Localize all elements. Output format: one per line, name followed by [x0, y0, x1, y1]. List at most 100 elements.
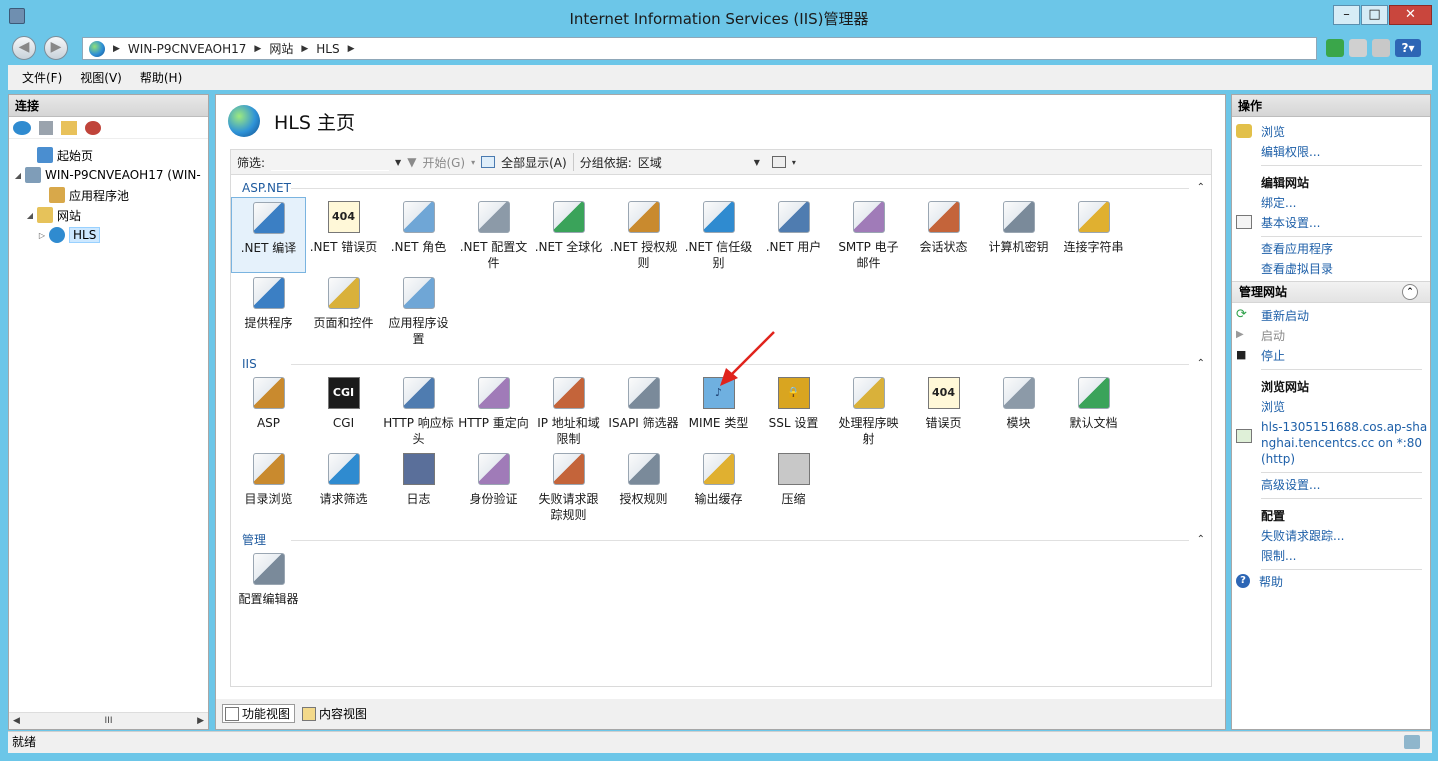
chevron-down-icon[interactable]: ▾: [792, 158, 796, 167]
action-view-applications[interactable]: 查看应用程序: [1232, 239, 1430, 259]
scroll-thumb[interactable]: III: [105, 716, 113, 726]
scroll-right-icon[interactable]: ▶: [197, 716, 204, 726]
feature-ssl-settings[interactable]: 🔒 SSL 设置: [756, 373, 831, 449]
tree-node-0[interactable]: 起始页: [9, 145, 208, 165]
tab-content-view[interactable]: 内容视图: [299, 704, 372, 723]
tree-node-1[interactable]: ◢ WIN-P9CNVEAOH17 (WIN-: [9, 165, 208, 185]
chevron-down-icon[interactable]: ▼: [395, 158, 401, 167]
feature-http-redirect[interactable]: HTTP 重定向: [456, 373, 531, 449]
back-button[interactable]: ◀: [12, 36, 36, 60]
expander-icon[interactable]: ▷: [37, 231, 47, 240]
connect-icon[interactable]: [13, 120, 31, 135]
feature-compression[interactable]: 压缩: [756, 449, 831, 525]
collapse-icon[interactable]: ⌃: [1402, 284, 1418, 300]
minimize-button[interactable]: –: [1333, 5, 1360, 25]
tab-features-view[interactable]: 功能视图: [222, 704, 296, 723]
feature-default-document[interactable]: 默认文档: [1056, 373, 1131, 449]
horizontal-scrollbar[interactable]: ◀ III ▶: [9, 712, 208, 729]
feature-smtp-email[interactable]: SMTP 电子邮件: [831, 197, 906, 273]
feature-cgi[interactable]: CGI CGI: [306, 373, 381, 449]
action-bindings[interactable]: 绑定...: [1232, 193, 1430, 213]
action-basic-settings[interactable]: 基本设置...: [1232, 213, 1430, 233]
address-bar[interactable]: ▶ WIN-P9CNVEAOH17 ▶ 网站 ▶ HLS ▶: [82, 37, 1317, 60]
feature-label: ISAPI 筛选器: [608, 416, 679, 430]
action-browse-url[interactable]: hls-1305151688.cos.ap-shanghai.tencentcs…: [1232, 417, 1430, 469]
feature-directory-browsing[interactable]: 目录浏览: [231, 449, 306, 525]
collapse-icon[interactable]: ⌃: [1197, 355, 1205, 373]
save-icon[interactable]: [39, 120, 53, 135]
feature-net-trust-level[interactable]: .NET 信任级别: [681, 197, 756, 273]
breadcrumb-server[interactable]: WIN-P9CNVEAOH17: [128, 42, 246, 56]
action-restart[interactable]: ⟳ 重新启动: [1232, 306, 1430, 326]
menu-file[interactable]: 文件(F): [22, 69, 62, 86]
feature-authentication[interactable]: 身份验证: [456, 449, 531, 525]
action-browse[interactable]: 浏览: [1232, 397, 1430, 417]
menu-help[interactable]: 帮助(H): [140, 69, 182, 86]
feature-net-profile[interactable]: .NET 配置文件: [456, 197, 531, 273]
http-response-headers-icon: [402, 377, 435, 409]
close-button[interactable]: ✕: [1389, 5, 1432, 25]
feature-failed-request-tracing[interactable]: 失败请求跟踪规则: [531, 449, 606, 525]
action-stop[interactable]: ■ 停止: [1232, 346, 1430, 366]
menu-view[interactable]: 视图(V): [80, 69, 122, 86]
show-all-button[interactable]: 全部显示(A): [501, 154, 567, 171]
feature-isapi-filters[interactable]: ISAPI 筛选器: [606, 373, 681, 449]
feature-asp[interactable]: ASP: [231, 373, 306, 449]
feature-handler-mappings[interactable]: 处理程序映射: [831, 373, 906, 449]
up-folder-icon[interactable]: [61, 120, 77, 135]
feature-configuration-editor[interactable]: 配置编辑器: [231, 549, 306, 625]
breadcrumb-site[interactable]: HLS: [316, 42, 339, 56]
group-by-select[interactable]: 区域: [638, 154, 748, 171]
feature-app-settings[interactable]: 应用程序设置: [381, 273, 456, 349]
action-view-virtual-directories[interactable]: 查看虚拟目录: [1232, 259, 1430, 279]
action-limits[interactable]: 限制...: [1232, 546, 1430, 566]
tree-node-3[interactable]: ◢ 网站: [9, 205, 208, 225]
feature-mime-types[interactable]: ♪ MIME 类型: [681, 373, 756, 449]
feature-modules[interactable]: 模块: [981, 373, 1056, 449]
action-label: 高级设置...: [1261, 478, 1321, 492]
disconnect-icon[interactable]: [85, 120, 101, 135]
feature-session-state[interactable]: 会话状态: [906, 197, 981, 273]
expander-icon[interactable]: ◢: [25, 211, 35, 220]
chevron-down-icon[interactable]: ▼: [754, 158, 760, 167]
feature-net-authorization[interactable]: .NET 授权规则: [606, 197, 681, 273]
feature-http-response-headers[interactable]: HTTP 响应标头: [381, 373, 456, 449]
collapse-icon[interactable]: ⌃: [1197, 531, 1205, 549]
tree-node-4[interactable]: ▷ HLS: [9, 225, 208, 245]
action-failed-request-tracing[interactable]: 失败请求跟踪...: [1232, 526, 1430, 546]
home-icon[interactable]: [1372, 39, 1390, 57]
feature-ip-domain-restrictions[interactable]: IP 地址和域限制: [531, 373, 606, 449]
feature-authorization-rules[interactable]: 授权规则: [606, 449, 681, 525]
action-help[interactable]: ? 帮助: [1232, 572, 1430, 592]
action-edit-permissions[interactable]: 编辑权限...: [1232, 142, 1430, 162]
expander-icon[interactable]: ◢: [13, 171, 23, 180]
feature-net-roles[interactable]: .NET 角色: [381, 197, 456, 273]
feature-net-users[interactable]: .NET 用户: [756, 197, 831, 273]
feature-output-caching[interactable]: 输出缓存: [681, 449, 756, 525]
stop-loading-icon[interactable]: [1349, 39, 1367, 57]
feature-net-error-page[interactable]: 404 .NET 错误页: [306, 197, 381, 273]
scroll-left-icon[interactable]: ◀: [13, 716, 20, 726]
feature-pages-controls[interactable]: 页面和控件: [306, 273, 381, 349]
filter-input[interactable]: [271, 153, 390, 171]
feature-net-compile[interactable]: .NET 编译: [231, 197, 306, 273]
view-mode-icon[interactable]: [771, 156, 786, 168]
feature-logging[interactable]: 日志: [381, 449, 456, 525]
address-tools: ?▾: [1326, 39, 1421, 57]
feature-machine-key[interactable]: 计算机密钥: [981, 197, 1056, 273]
breadcrumb-sites[interactable]: 网站: [269, 40, 293, 57]
feature-providers[interactable]: 提供程序: [231, 273, 306, 349]
feature-net-globalization[interactable]: .NET 全球化: [531, 197, 606, 273]
start-filter-button[interactable]: 开始(G): [422, 154, 465, 171]
feature-error-pages[interactable]: 404 错误页: [906, 373, 981, 449]
refresh-icon[interactable]: [1326, 39, 1344, 57]
action-advanced-settings[interactable]: 高级设置...: [1232, 475, 1430, 495]
help-dropdown-icon[interactable]: ?▾: [1395, 39, 1421, 57]
feature-connection-strings[interactable]: 连接字符串: [1056, 197, 1131, 273]
collapse-icon[interactable]: ⌃: [1197, 179, 1205, 197]
action-explore[interactable]: 浏览: [1232, 122, 1430, 142]
tree-node-2[interactable]: 应用程序池: [9, 185, 208, 205]
feature-request-filtering[interactable]: 请求筛选: [306, 449, 381, 525]
maximize-button[interactable]: □: [1361, 5, 1388, 25]
forward-button[interactable]: ▶: [44, 36, 68, 60]
